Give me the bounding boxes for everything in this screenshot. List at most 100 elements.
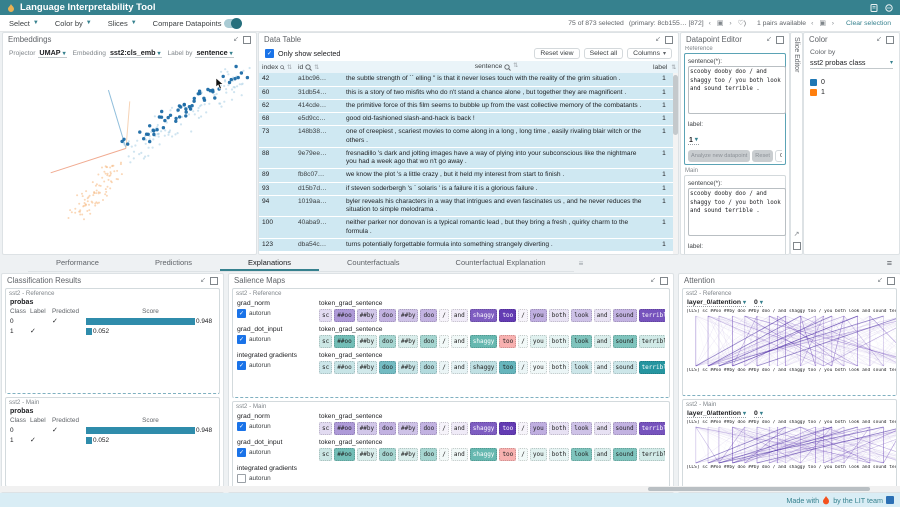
layer-select[interactable]: layer_0/attention▾ (687, 410, 746, 418)
salience-token[interactable]: / (439, 335, 449, 348)
salience-token[interactable]: and (451, 361, 468, 374)
salience-token[interactable]: ##by (398, 335, 418, 348)
column-header-id[interactable]: id⇅ (295, 63, 343, 71)
select-menu[interactable]: Select▼ (9, 19, 39, 28)
table-row[interactable]: 941019aa…byler reveals his characters in… (259, 196, 678, 217)
search-icon[interactable] (280, 64, 285, 71)
salience-token[interactable]: sound (613, 309, 637, 322)
table-row[interactable]: 68e5d9cc…good old-fashioned slash-and-ha… (259, 113, 678, 126)
tab-performance[interactable]: Performance (28, 255, 127, 271)
salience-token[interactable]: doo (420, 422, 437, 435)
salience-token[interactable]: shaggy (470, 309, 498, 322)
salience-token[interactable]: terrible (639, 448, 665, 461)
salience-token[interactable]: look (571, 422, 591, 435)
salience-token[interactable]: look (571, 335, 591, 348)
salience-token[interactable]: ##by (357, 361, 377, 374)
search-icon[interactable] (305, 64, 312, 71)
salience-token[interactable]: / (518, 309, 528, 322)
maximize-icon[interactable] (243, 36, 251, 44)
select-all-button[interactable]: Select all (584, 48, 624, 59)
salience-token[interactable]: too (499, 361, 516, 374)
salience-token[interactable]: / (439, 309, 449, 322)
table-row[interactable]: 6031db54…this is a story of two misfits … (259, 87, 678, 100)
prev-pair-button[interactable]: ‹ (811, 20, 814, 27)
column-header-index[interactable]: index⇅ (259, 63, 295, 71)
salience-token[interactable]: shaggy (470, 448, 498, 461)
slice-editor-strip[interactable]: Slice Editor ↗ (790, 32, 803, 255)
sentence-textarea[interactable] (688, 188, 786, 236)
salience-token[interactable]: doo (379, 309, 396, 322)
salience-token[interactable]: terrible (639, 335, 665, 348)
salience-token[interactable]: look (571, 361, 591, 374)
clear-selection-link[interactable]: Clear selection (846, 20, 891, 27)
favorite-icon[interactable]: ♡) (738, 19, 746, 27)
salience-token[interactable]: you (530, 309, 547, 322)
salience-token[interactable]: and (451, 448, 468, 461)
salience-token[interactable]: too (499, 422, 516, 435)
maximize-icon[interactable] (887, 277, 895, 285)
layer-select[interactable]: layer_0/attention▾ (687, 299, 746, 307)
maximize-icon[interactable] (776, 36, 784, 44)
table-row[interactable]: 42a1bc96…the subtle strength of `` ellin… (259, 73, 678, 86)
table-row[interactable]: 89fb8c07…we know the plot 's a little cr… (259, 169, 678, 182)
salience-token[interactable]: ##oo (334, 309, 354, 322)
salience-token[interactable]: and (594, 422, 611, 435)
maximize-icon[interactable] (660, 277, 668, 285)
search-icon[interactable] (504, 64, 511, 71)
table-row[interactable]: 73148b38…one of creepiest , scariest mov… (259, 126, 678, 147)
salience-token[interactable]: sound (613, 422, 637, 435)
column-header-label[interactable]: label⇅ (650, 63, 678, 71)
salience-token[interactable]: and (451, 335, 468, 348)
salience-token[interactable]: ##oo (334, 361, 354, 374)
projector-select[interactable]: UMAP▾ (38, 48, 66, 58)
expand-icon[interactable]: ↗ (794, 231, 800, 238)
label-select[interactable]: 1▾ (688, 137, 699, 145)
embedding-scatter[interactable] (3, 60, 256, 254)
docs-icon[interactable] (870, 4, 878, 12)
sentence-textarea[interactable] (688, 66, 786, 114)
salience-token[interactable]: and (451, 422, 468, 435)
salience-token[interactable]: both (549, 309, 569, 322)
tab-overflow-menu-icon[interactable]: ≡ (879, 258, 900, 268)
sort-icon[interactable]: ⇅ (314, 64, 319, 71)
salience-token[interactable]: terrible (639, 361, 665, 374)
autorun-checkbox[interactable]: ✓ (237, 448, 246, 457)
salience-token[interactable]: ##by (357, 448, 377, 461)
salience-token[interactable]: too (499, 309, 516, 322)
salience-token[interactable]: doo (379, 422, 396, 435)
autorun-checkbox[interactable]: ✓ (237, 422, 246, 431)
salience-token[interactable]: you (530, 422, 547, 435)
minimize-icon[interactable]: ↙ (200, 277, 206, 284)
salience-token[interactable]: and (594, 361, 611, 374)
autorun-checkbox[interactable]: ✓ (237, 335, 246, 344)
tab-explanations[interactable]: Explanations (220, 255, 319, 271)
salience-token[interactable]: / (518, 448, 528, 461)
salience-token[interactable]: sc (319, 422, 332, 435)
salience-token[interactable]: sc (319, 361, 332, 374)
salience-token[interactable]: ##by (357, 422, 377, 435)
tab-predictions[interactable]: Predictions (127, 255, 220, 271)
horizontal-scrollbar[interactable] (0, 486, 900, 492)
salience-token[interactable]: and (594, 309, 611, 322)
salience-token[interactable]: / (439, 422, 449, 435)
autorun-checkbox[interactable] (237, 474, 246, 483)
slices-menu[interactable]: Slices▼ (108, 19, 137, 28)
salience-token[interactable]: doo (420, 361, 437, 374)
analyze-new-datapoint-button[interactable]: Analyze new datapoint (688, 150, 750, 162)
salience-token[interactable]: shaggy (470, 361, 498, 374)
salience-token[interactable]: / (518, 335, 528, 348)
prev-datapoint-button[interactable]: ‹ (709, 20, 712, 27)
salience-token[interactable]: / (518, 361, 528, 374)
salience-token[interactable]: ##oo (334, 335, 354, 348)
salience-token[interactable]: terrible (639, 422, 665, 435)
minimize-icon[interactable]: ↙ (655, 36, 661, 43)
salience-token[interactable]: sound (613, 448, 637, 461)
salience-token[interactable]: too (499, 335, 516, 348)
salience-token[interactable]: shaggy (470, 422, 498, 435)
table-row[interactable]: 62414cde…the primitive force of this fil… (259, 100, 678, 113)
minimize-icon[interactable]: ↙ (650, 277, 656, 284)
next-pair-button[interactable]: › (832, 20, 835, 27)
head-select[interactable]: 0▾ (754, 410, 763, 418)
reset-button[interactable]: Reset (752, 150, 773, 162)
github-icon[interactable] (885, 4, 893, 12)
